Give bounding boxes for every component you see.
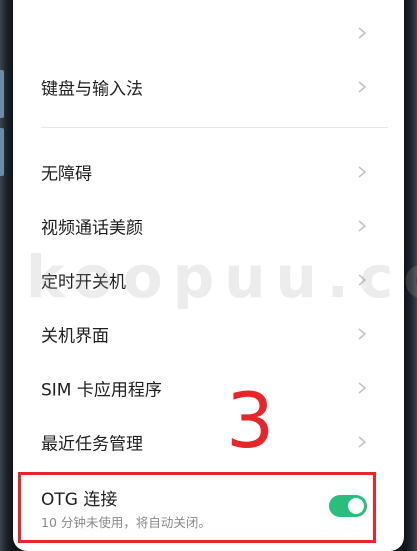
step-annotation: 3 (226, 376, 275, 465)
settings-item-scheduled-power[interactable]: 定时开关机 (13, 253, 404, 307)
settings-screen: 键盘与输入法 无障碍 视频通话美颜 定时开关机 关机界面 SIM 卡应用程序 最… (13, 0, 404, 551)
settings-item-label: 关机界面 (41, 326, 109, 347)
settings-item-label: SIM 卡应用程序 (41, 380, 162, 401)
chevron-right-icon (358, 382, 367, 394)
chevron-right-icon (358, 436, 367, 448)
chevron-right-icon (358, 220, 367, 232)
settings-item-label: 视频通话美颜 (41, 218, 143, 239)
section-divider (41, 127, 388, 128)
settings-item-label: 键盘与输入法 (41, 79, 143, 100)
chevron-right-icon (358, 274, 367, 286)
settings-item-accessibility[interactable]: 无障碍 (13, 145, 404, 199)
chevron-right-icon (358, 328, 367, 340)
phone-frame: 键盘与输入法 无障碍 视频通话美颜 定时开关机 关机界面 SIM 卡应用程序 最… (0, 0, 417, 551)
settings-item-video-beauty[interactable]: 视频通话美颜 (13, 199, 404, 253)
settings-item-sim-apps[interactable]: SIM 卡应用程序 (13, 361, 404, 415)
settings-item-keyboard[interactable]: 键盘与输入法 (13, 60, 404, 114)
volume-down-button (0, 128, 4, 176)
otg-highlight-box (18, 472, 376, 543)
settings-item-recent-tasks[interactable]: 最近任务管理 (13, 415, 404, 469)
chevron-right-icon (358, 166, 367, 178)
volume-up-button (0, 70, 4, 118)
settings-item-shutdown-screen[interactable]: 关机界面 (13, 307, 404, 361)
chevron-right-icon (358, 27, 367, 39)
chevron-right-icon (358, 81, 367, 93)
settings-item-label: 无障碍 (41, 164, 92, 185)
settings-item-label: 最近任务管理 (41, 434, 143, 455)
settings-item-top[interactable] (13, 6, 404, 60)
settings-item-label: 定时开关机 (41, 272, 126, 293)
